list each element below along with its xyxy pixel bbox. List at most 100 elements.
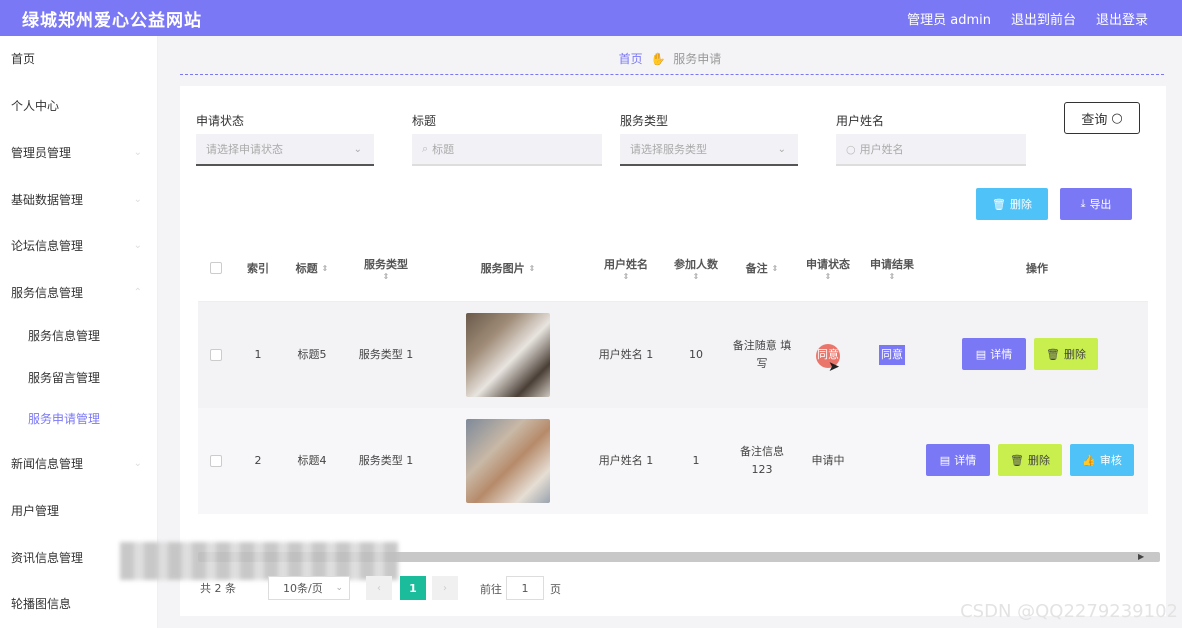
col-result[interactable]: 申请结果 ⇕	[858, 234, 926, 302]
sort-icon: ⇕	[528, 263, 536, 273]
sidebar-item-label: 资讯信息管理	[11, 550, 84, 565]
page-size-value: 10条/页	[283, 582, 323, 595]
cell-result: 同意	[858, 302, 926, 408]
sort-icon: ⇕	[321, 263, 329, 273]
batch-delete-label: 删除	[1009, 198, 1032, 211]
service-thumbnail[interactable]	[466, 313, 550, 397]
cell-remark: 备注信息 123	[740, 445, 784, 476]
mouse-cursor-icon: ➤	[828, 359, 840, 375]
chevron-down-icon: ⌄	[133, 457, 142, 469]
goto-label: 前往	[480, 583, 502, 596]
col-status[interactable]: 申请状态 ⇕	[798, 234, 858, 302]
col-title[interactable]: 标题 ⇕	[282, 234, 342, 302]
sidebar-item-home[interactable]: 首页	[0, 43, 158, 73]
trash-icon: 🗑	[992, 197, 1006, 211]
col-title-label: 标题	[295, 262, 318, 275]
hand-icon: ✋	[650, 52, 666, 66]
col-user-name[interactable]: 用户姓名 ⇕	[586, 234, 666, 302]
next-page-button[interactable]: ›	[432, 576, 458, 600]
sidebar-item-news[interactable]: 新闻信息管理 ⌄	[0, 448, 158, 478]
user-name-input[interactable]: ○ 用户姓名	[836, 134, 1026, 166]
sidebar-item-profile[interactable]: 个人中心	[0, 90, 158, 120]
select-all-checkbox[interactable]	[210, 262, 222, 274]
col-service-type[interactable]: 服务类型 ⇕	[342, 234, 430, 302]
batch-delete-button[interactable]: 🗑 删除	[976, 188, 1048, 220]
col-service-type-label: 服务类型	[364, 257, 408, 271]
breadcrumb: 首页 ✋ 服务申请	[158, 50, 1182, 67]
breadcrumb-home[interactable]: 首页	[619, 52, 643, 66]
sidebar-item-basic-data[interactable]: 基础数据管理 ⌄	[0, 184, 158, 214]
row-select-cell	[198, 302, 234, 408]
sidebar-item-service[interactable]: 服务信息管理 ⌃	[0, 277, 158, 307]
detail-button[interactable]: ▤ 详情	[962, 338, 1026, 370]
audit-button[interactable]: 👍 审核	[1070, 444, 1134, 476]
user-filter-label: 用户姓名	[836, 114, 885, 128]
title-input-placeholder: 标题	[432, 143, 455, 156]
sidebar-item-carousel[interactable]: 轮播图信息	[0, 588, 158, 618]
status-select[interactable]: 请选择申请状态 ⌄	[196, 134, 374, 166]
cell-participants: 1	[692, 454, 700, 467]
sidebar-item-service-apply[interactable]: 服务申请管理	[0, 403, 158, 433]
sort-icon: ⇕	[771, 263, 779, 273]
cell-service-image	[430, 302, 586, 408]
page-suffix: 页	[550, 583, 561, 596]
delete-button[interactable]: 🗑 删除	[1034, 338, 1098, 370]
title-filter-label: 标题	[412, 114, 437, 128]
sort-icon: ⇕	[382, 271, 390, 281]
sort-icon: ⇕	[824, 271, 832, 281]
service-thumbnail[interactable]	[466, 419, 550, 503]
cell-result	[858, 408, 926, 514]
thumbs-up-icon: 👍	[1082, 453, 1096, 467]
sidebar-item-admin[interactable]: 管理员管理 ⌄	[0, 137, 158, 167]
sidebar-item-label: 用户管理	[11, 503, 60, 518]
sidebar-item-label: 论坛信息管理	[11, 238, 84, 253]
breadcrumb-current: 服务申请	[673, 52, 722, 66]
table-row: 2 标题4 服务类型 1 用户姓名 1 1 备注信息 123 申请中 ▤ 详情 …	[198, 408, 1148, 514]
sidebar-item-forum[interactable]: 论坛信息管理 ⌄	[0, 230, 158, 260]
col-status-label: 申请状态	[806, 257, 850, 271]
cell-remark: 备注随意 填写	[732, 339, 792, 370]
cell-status: 申请中	[811, 454, 845, 467]
sidebar-item-users[interactable]: 用户管理	[0, 495, 158, 525]
query-button[interactable]: 查询 ○	[1064, 102, 1140, 134]
table-row: 1 标题5 服务类型 1 用户姓名 1 10 备注随意 填写 同意 ➤ 同意 ▤…	[198, 302, 1148, 408]
goto-page-input[interactable]: 1	[506, 576, 544, 600]
col-remark-label: 备注	[745, 262, 768, 275]
delete-button[interactable]: 🗑 删除	[998, 444, 1062, 476]
cell-service-image	[430, 408, 586, 514]
logout-link[interactable]: 退出登录	[1096, 9, 1148, 28]
col-remark[interactable]: 备注 ⇕	[726, 234, 798, 302]
row-checkbox[interactable]	[210, 349, 222, 361]
title-input[interactable]: ⌕ 标题	[412, 134, 602, 166]
sidebar-item-service-info[interactable]: 服务信息管理	[0, 320, 158, 350]
type-select[interactable]: 请选择服务类型 ⌄	[620, 134, 798, 166]
current-page[interactable]: 1	[400, 576, 426, 600]
type-select-placeholder: 请选择服务类型	[630, 143, 707, 156]
row-checkbox[interactable]	[210, 455, 222, 467]
sidebar-item-service-message[interactable]: 服务留言管理	[0, 362, 158, 392]
top-bar: 绿城郑州爱心公益网站 管理员 admin 退出到前台 退出登录	[0, 0, 1182, 36]
page-size-select[interactable]: 10条/页 ⌄	[268, 576, 350, 600]
divider	[180, 74, 1164, 75]
cell-title: 标题5	[297, 348, 327, 361]
col-user-name-label: 用户姓名	[604, 257, 648, 271]
blurred-overlay	[120, 542, 398, 580]
col-actions: 操作	[926, 234, 1148, 302]
pagination: 共 2 条 10条/页 ⌄ ‹ 1 › 前往 1 页	[200, 576, 561, 600]
download-icon: ⤓	[1080, 197, 1086, 210]
prev-page-button[interactable]: ‹	[366, 576, 392, 600]
top-right-menu: 管理员 admin 退出到前台 退出登录	[907, 9, 1148, 28]
delete-label: 删除	[1027, 454, 1050, 467]
table-header: 索引 标题 ⇕ 服务类型 ⇕ 服务图片 ⇕ 用户姓名 ⇕ 参加人数 ⇕ 备注 ⇕ 申请状态 ⇕…	[198, 234, 1148, 302]
cell-index: 1	[254, 348, 262, 361]
admin-label: 管理员 admin	[907, 12, 991, 28]
cell-participants: 10	[689, 348, 703, 361]
sidebar-item-label: 服务申请管理	[28, 411, 101, 426]
scroll-right-icon[interactable]: ▶	[1138, 552, 1144, 561]
export-button[interactable]: ⤓ 导出	[1060, 188, 1132, 220]
main-content: 首页 ✋ 服务申请 申请状态 请选择申请状态 ⌄ 标题 ⌕ 标题 服务类型 请选…	[120, 36, 1182, 628]
detail-button[interactable]: ▤ 详情	[926, 444, 990, 476]
col-service-image[interactable]: 服务图片 ⇕	[430, 234, 586, 302]
exit-to-front-link[interactable]: 退出到前台	[1011, 9, 1076, 28]
col-participants[interactable]: 参加人数 ⇕	[666, 234, 726, 302]
